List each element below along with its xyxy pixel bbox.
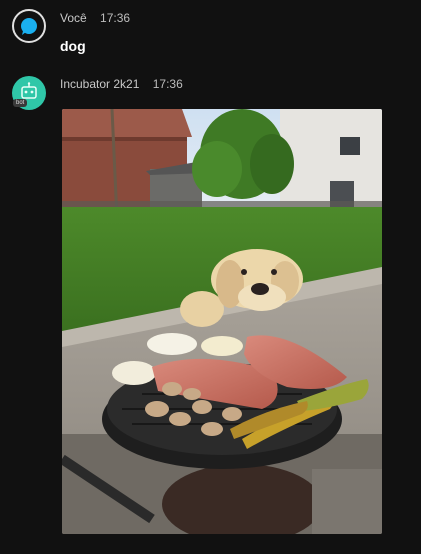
message-header: Você 17:36 [60,11,130,25]
timestamp: 17:36 [100,11,131,25]
message-header: Incubator 2k21 17:36 [60,77,183,91]
author-name[interactable]: Você [60,11,87,25]
author-name[interactable]: Incubator 2k21 [60,77,139,91]
user-avatar[interactable] [12,9,46,43]
bot-badge: bot [13,99,28,107]
timestamp: 17:36 [152,77,183,91]
dog-bbq-photo [62,109,382,534]
message-user: Você 17:36 dog [0,0,421,70]
message-text: dog [60,38,86,54]
chat-bubble-icon [21,18,37,35]
image-attachment[interactable] [62,109,382,534]
